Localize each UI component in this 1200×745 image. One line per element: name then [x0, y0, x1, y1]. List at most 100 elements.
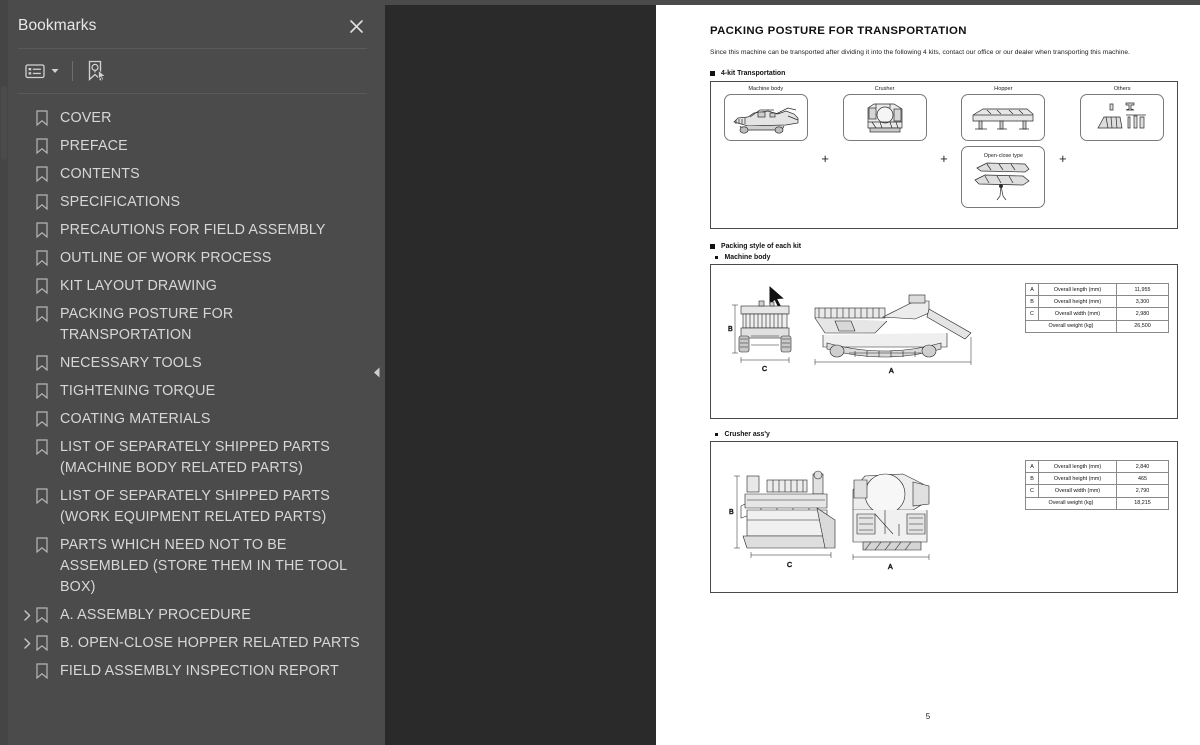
bookmark-item[interactable]: COATING MATERIALS: [8, 405, 377, 433]
other-parts-illustration: [1080, 94, 1165, 141]
kit-caption: Crusher: [874, 86, 895, 92]
table-row: Overall weight (kg) 18,215: [1025, 496, 1169, 510]
svg-text:C: C: [787, 562, 792, 569]
spec-label: Overall height (mm): [1038, 472, 1117, 486]
kit-sub-caption: Open-close type: [983, 153, 1023, 159]
bookmark-label: PREFACE: [60, 137, 128, 154]
bookmark-item[interactable]: FIELD ASSEMBLY INSPECTION REPORT: [8, 657, 377, 685]
subsection-heading-machine-body: Machine body: [715, 254, 1178, 261]
bookmark-item[interactable]: COVER: [8, 104, 377, 132]
bookmark-icon: [36, 220, 58, 241]
machine-body-illustration: [723, 94, 808, 141]
bookmark-item[interactable]: LIST OF SEPARATELY SHIPPED PARTS (WORK E…: [8, 482, 377, 531]
collapse-panel-arrow-icon[interactable]: [368, 0, 385, 745]
bookmark-icon: [36, 409, 58, 430]
twisty-placeholder: [18, 437, 36, 458]
bookmark-item[interactable]: OUTLINE OF WORK PROCESS: [8, 244, 377, 272]
spec-key: A: [1025, 282, 1039, 297]
bookmark-label: TIGHTENING TORQUE: [60, 382, 216, 399]
page-number: 5: [925, 712, 931, 721]
panel-title: Bookmarks: [18, 17, 97, 34]
bookmark-item-open-close-hopper[interactable]: B. OPEN-CLOSE HOPPER RELATED PARTS: [8, 629, 377, 657]
bookmark-label: OUTLINE OF WORK PROCESS: [60, 249, 272, 266]
spec-label: Overall weight (kg): [1025, 319, 1117, 333]
subsection-heading-crusher: Crusher ass'y: [715, 431, 1178, 438]
bookmark-item[interactable]: CONTENTS: [8, 160, 377, 188]
spec-value: 2,980: [1116, 307, 1169, 321]
section-heading-label: 4-kit Transportation: [721, 70, 786, 77]
table-row: C Overall width (mm) 2,790: [1025, 484, 1169, 498]
spec-key: B: [1025, 472, 1039, 486]
bookmark-item[interactable]: LIST OF SEPARATELY SHIPPED PARTS (MACHIN…: [8, 433, 377, 482]
square-bullet-icon: [710, 71, 715, 76]
bookmark-item[interactable]: SPECIFICATIONS: [8, 188, 377, 216]
open-close-hopper-card: Open-close type: [961, 146, 1046, 208]
spec-label: Overall width (mm): [1038, 307, 1117, 321]
crusher-spec-panel: B C A A Overall length (mm) 2,840 B Over…: [710, 441, 1178, 593]
table-row: B Overall height (mm) 465: [1025, 472, 1169, 486]
table-row: C Overall width (mm) 2,980: [1025, 307, 1169, 321]
hopper-illustration: [961, 94, 1046, 141]
table-row: A Overall length (mm) 11,955: [1025, 282, 1169, 297]
bookmark-label: COATING MATERIALS: [60, 410, 211, 427]
bookmarks-scrollbar[interactable]: [0, 0, 8, 745]
bookmarks-scrollbar-thumb[interactable]: [1, 86, 7, 160]
spec-key: A: [1025, 459, 1039, 474]
twisty-placeholder: [18, 409, 36, 430]
square-bullet-icon: [710, 244, 715, 249]
bookmark-label: PARTS WHICH NEED NOT TO BE ASSEMBLED (ST…: [60, 536, 347, 595]
kit-hopper: Hopper Open-close type: [961, 86, 1046, 208]
bookmark-icon: [36, 304, 58, 325]
twisty-placeholder: [18, 276, 36, 297]
kit-caption: Others: [1113, 86, 1131, 92]
bookmark-icon: [36, 192, 58, 213]
dot-bullet-icon: [715, 433, 718, 436]
bookmark-icon: [36, 164, 58, 185]
toolbar-divider-bottom: [18, 93, 367, 94]
chevron-right-icon[interactable]: [18, 605, 36, 626]
section-heading-packing-style: Packing style of each kit: [710, 243, 1178, 250]
bookmark-icon: [36, 633, 58, 654]
bookmarks-toolbar: [8, 49, 377, 93]
bookmark-item[interactable]: PREFACE: [8, 132, 377, 160]
bookmark-item[interactable]: NECESSARY TOOLS: [8, 349, 377, 377]
bookmark-item[interactable]: TIGHTENING TORQUE: [8, 377, 377, 405]
list-options-icon[interactable]: [22, 57, 48, 85]
chevron-right-icon[interactable]: [18, 633, 36, 654]
section-heading-label: Packing style of each kit: [721, 243, 802, 250]
bookmark-label: FIELD ASSEMBLY INSPECTION REPORT: [60, 662, 339, 679]
svg-text:C: C: [762, 366, 767, 373]
page-title: PACKING POSTURE FOR TRANSPORTATION: [710, 25, 967, 37]
bookmark-item-assembly-procedure[interactable]: A. ASSEMBLY PROCEDURE: [8, 601, 377, 629]
bookmark-icon: [36, 108, 58, 129]
spec-label: Overall length (mm): [1038, 282, 1117, 297]
crusher-spec-table: A Overall length (mm) 2,840 B Overall he…: [1025, 442, 1177, 592]
bookmark-icon: [36, 605, 58, 626]
plus-separator: +: [821, 150, 829, 166]
bookmark-item[interactable]: KIT LAYOUT DRAWING: [8, 272, 377, 300]
twisty-placeholder: [18, 192, 36, 213]
new-bookmark-icon[interactable]: [83, 57, 109, 85]
bookmarks-header: Bookmarks: [8, 4, 377, 48]
open-close-hopper-illustration: [974, 162, 1030, 201]
bookmark-label: PRECAUTIONS FOR FIELD ASSEMBLY: [60, 221, 326, 238]
bookmark-item[interactable]: PARTS WHICH NEED NOT TO BE ASSEMBLED (ST…: [8, 531, 377, 601]
crusher-illustration: [842, 94, 927, 141]
bookmark-item[interactable]: PRECAUTIONS FOR FIELD ASSEMBLY: [8, 216, 377, 244]
section-heading-4kit: 4-kit Transportation: [710, 70, 1178, 77]
bookmark-icon: [36, 136, 58, 157]
subsection-label: Crusher ass'y: [724, 431, 770, 438]
spec-label: Overall width (mm): [1038, 484, 1117, 498]
close-icon[interactable]: [343, 13, 369, 39]
bookmarks-list[interactable]: COVER PREFACE CONTENTS SPECIFICATIONS PR…: [8, 96, 377, 745]
document-viewer[interactable]: PACKING POSTURE FOR TRANSPORTATION Since…: [385, 0, 1200, 745]
spec-value: 11,955: [1116, 282, 1169, 297]
bookmark-icon: [36, 248, 58, 269]
bookmark-item-packing-posture[interactable]: PACKING POSTURE FOR TRANSPORTATION: [8, 300, 377, 349]
kit-caption: Hopper: [994, 86, 1013, 92]
spec-label: Overall height (mm): [1038, 295, 1117, 309]
subsection-label: Machine body: [724, 254, 771, 261]
twisty-placeholder: [18, 248, 36, 269]
chevron-down-icon[interactable]: [48, 68, 62, 74]
plus-separator: +: [1058, 150, 1067, 166]
